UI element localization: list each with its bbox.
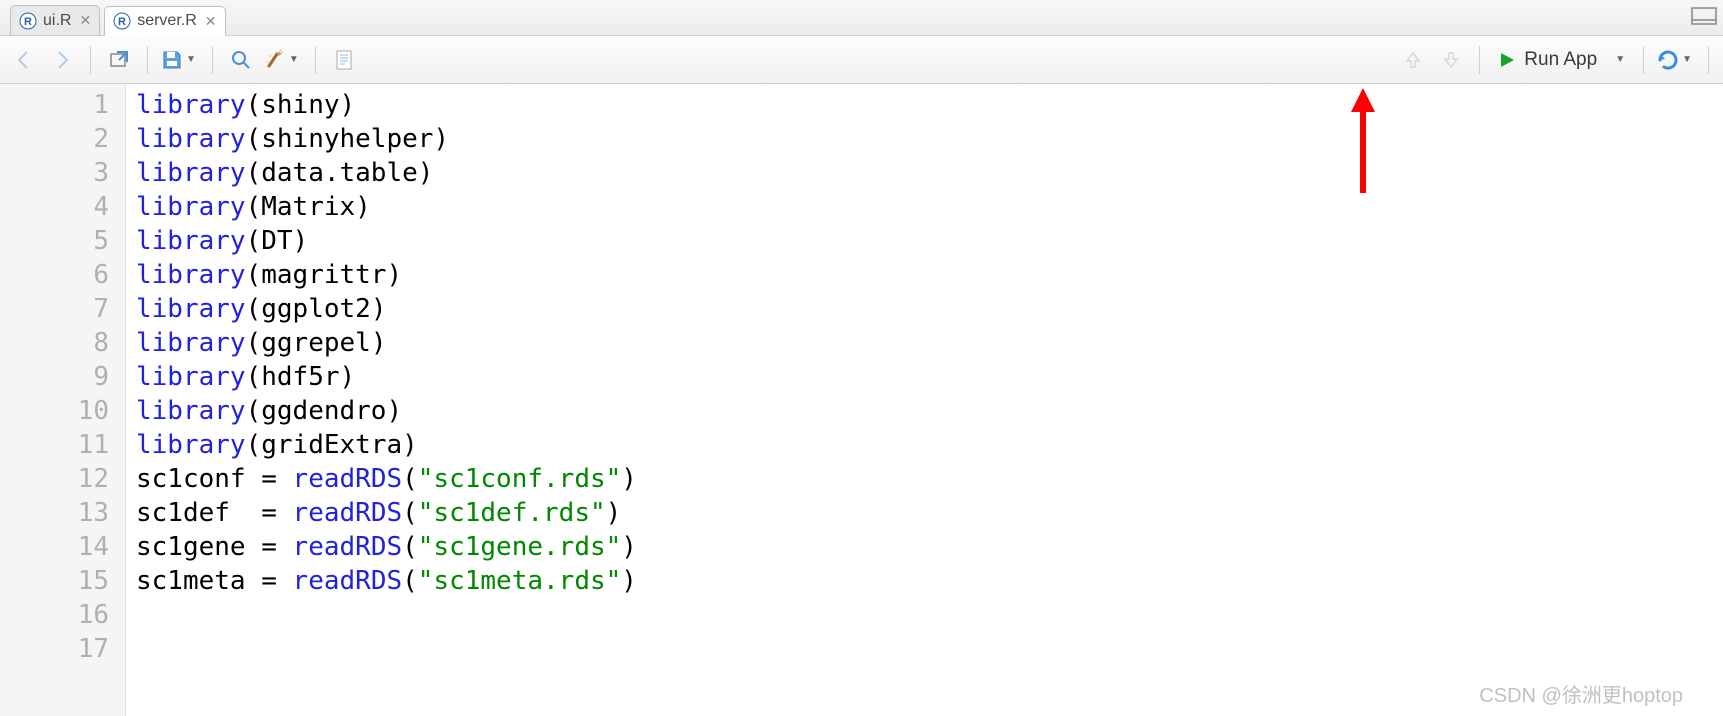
svg-text:R: R [118, 16, 126, 28]
code-line[interactable]: library(hdf5r) [136, 360, 637, 394]
r-file-icon: R [19, 12, 37, 30]
code-line[interactable]: library(shinyhelper) [136, 122, 637, 156]
separator [1643, 46, 1644, 74]
line-number: 5 [0, 224, 109, 258]
separator [147, 46, 148, 74]
separator [1708, 46, 1709, 74]
save-button[interactable]: ▼ [160, 48, 200, 72]
line-number: 16 [0, 598, 109, 632]
close-icon[interactable]: ✕ [205, 13, 217, 30]
line-number: 15 [0, 564, 109, 598]
code-tools-icon[interactable]: ▼ [263, 48, 303, 72]
run-down-icon [1435, 44, 1467, 76]
tab-label: ui.R [43, 12, 71, 30]
code-line[interactable]: sc1gene = readRDS("sc1gene.rds") [136, 530, 637, 564]
code-line[interactable] [136, 598, 637, 632]
code-line[interactable]: library(DT) [136, 224, 637, 258]
line-number: 9 [0, 360, 109, 394]
code-line[interactable]: library(Matrix) [136, 190, 637, 224]
find-replace-icon[interactable] [225, 44, 257, 76]
toolbar-right: Run App ▼ ▼ [1397, 44, 1715, 76]
svg-text:R: R [24, 16, 32, 28]
separator [1479, 46, 1480, 74]
tab-bar: Rui.R ✕ Rserver.R ✕ [0, 0, 1723, 36]
r-file-icon: R [113, 12, 131, 30]
forward-icon [46, 44, 78, 76]
line-number: 2 [0, 122, 109, 156]
tab-label: server.R [137, 12, 197, 30]
reload-app-icon[interactable]: ▼ [1656, 48, 1696, 72]
run-app-button[interactable]: Run App ▼ [1492, 45, 1631, 75]
code-line[interactable]: sc1conf = readRDS("sc1conf.rds") [136, 462, 637, 496]
play-icon [1498, 51, 1516, 69]
code-line[interactable]: library(ggdendro) [136, 394, 637, 428]
source-toolbar: ▼ ▼ Run App ▼ ▼ [0, 36, 1723, 84]
run-app-label: Run App [1524, 49, 1597, 71]
source-editor[interactable]: 1234567891011121314151617 library(shiny)… [0, 84, 1723, 716]
show-in-new-window-icon[interactable] [103, 44, 135, 76]
line-number: 13 [0, 496, 109, 530]
run-up-icon [1397, 44, 1429, 76]
code-line[interactable]: library(ggrepel) [136, 326, 637, 360]
code-line[interactable]: library(magrittr) [136, 258, 637, 292]
line-number: 4 [0, 190, 109, 224]
line-number: 6 [0, 258, 109, 292]
line-number: 3 [0, 156, 109, 190]
code-line[interactable] [136, 632, 637, 666]
watermark: CSDN @徐洲更hoptop [1479, 679, 1683, 708]
separator [315, 46, 316, 74]
tab-container: Rui.R ✕ Rserver.R ✕ [10, 5, 230, 35]
dropdown-icon[interactable]: ▼ [1682, 54, 1692, 65]
line-number: 8 [0, 326, 109, 360]
code-line[interactable]: sc1def = readRDS("sc1def.rds") [136, 496, 637, 530]
toolbar-left: ▼ ▼ [8, 44, 1397, 76]
close-icon[interactable]: ✕ [79, 12, 91, 29]
code-line[interactable]: library(shiny) [136, 88, 637, 122]
code-line[interactable]: library(data.table) [136, 156, 637, 190]
file-tab[interactable]: Rui.R ✕ [10, 5, 100, 35]
line-number-gutter: 1234567891011121314151617 [0, 84, 126, 716]
line-number: 10 [0, 394, 109, 428]
file-tab[interactable]: Rserver.R ✕ [104, 6, 225, 36]
line-number: 1 [0, 88, 109, 122]
line-number: 12 [0, 462, 109, 496]
separator [90, 46, 91, 74]
line-number: 14 [0, 530, 109, 564]
dropdown-icon[interactable]: ▼ [289, 54, 299, 65]
line-number: 11 [0, 428, 109, 462]
dropdown-icon[interactable]: ▼ [1615, 54, 1625, 65]
code-line[interactable]: library(ggplot2) [136, 292, 637, 326]
line-number: 7 [0, 292, 109, 326]
separator [212, 46, 213, 74]
code-line[interactable]: sc1meta = readRDS("sc1meta.rds") [136, 564, 637, 598]
code-area[interactable]: library(shiny)library(shinyhelper)librar… [126, 84, 637, 716]
code-line[interactable]: library(gridExtra) [136, 428, 637, 462]
back-icon [8, 44, 40, 76]
compile-report-icon[interactable] [328, 44, 360, 76]
line-number: 17 [0, 632, 109, 666]
panel-minimize-icon[interactable] [1691, 7, 1717, 28]
dropdown-icon[interactable]: ▼ [186, 54, 196, 65]
